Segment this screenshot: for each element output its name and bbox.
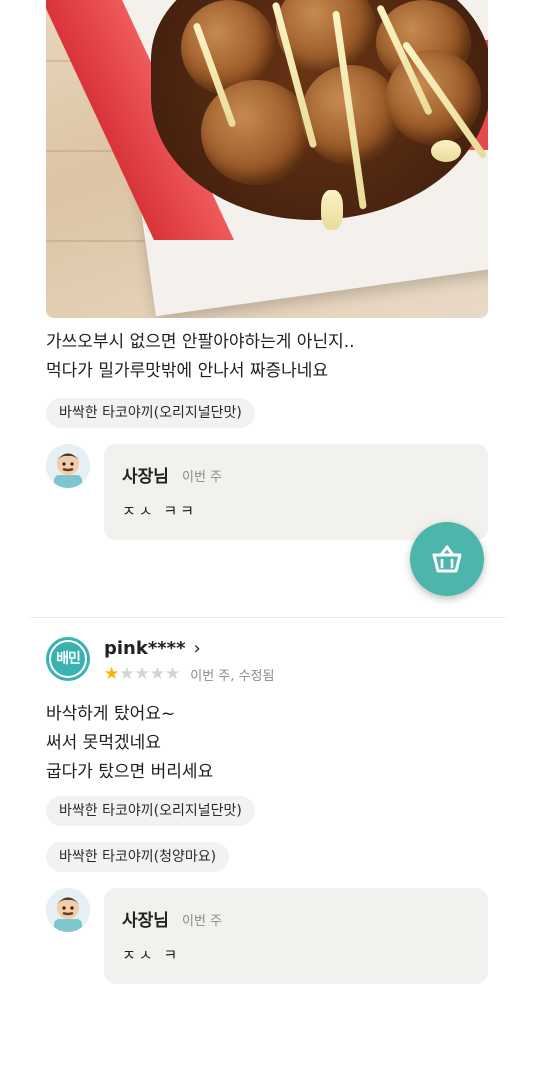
owner-name: 사장님 xyxy=(122,467,169,487)
star-rating: ★★★★★ xyxy=(104,664,180,684)
owner-character-icon xyxy=(46,444,90,488)
star-icon: ★ xyxy=(165,664,181,684)
star-icon: ★ xyxy=(149,664,165,684)
owner-avatar xyxy=(46,888,90,932)
owner-character-icon xyxy=(46,888,90,932)
menu-chip[interactable]: 바싹한 타코야끼(오리지널단맛) xyxy=(46,398,255,428)
reply-text: ㅈㅅ ㅋ xyxy=(122,946,181,964)
owner-name: 사장님 xyxy=(122,911,169,931)
reviewer-profile-link[interactable]: pink**** › xyxy=(104,638,201,659)
cart-button[interactable] xyxy=(410,522,484,596)
review-text: 가쓰오부시 없으면 안팔아야하는게 아닌지.. 먹다가 밀가루맛밖에 안나서 짜… xyxy=(46,328,355,386)
review-text-line: 가쓰오부시 없으면 안팔아야하는게 아닌지.. xyxy=(46,332,355,352)
reply-text: ㅈㅅ ㅋㅋ xyxy=(122,502,197,520)
review-text-line: 바삭하게 탔어요~ xyxy=(46,704,176,724)
menu-chip[interactable]: 바싹한 타코야끼(오리지널단맛) xyxy=(46,796,255,826)
reply-date: 이번 주 xyxy=(182,914,223,929)
owner-reply: 사장님 이번 주 ㅈㅅ ㅋ xyxy=(104,888,488,984)
reply-date: 이번 주 xyxy=(182,470,223,485)
username: pink**** xyxy=(104,638,186,659)
star-icon: ★ xyxy=(134,664,150,684)
review-text-line: 굽다가 탔으면 버리세요 xyxy=(46,762,214,782)
star-icon: ★ xyxy=(119,664,135,684)
review-text-line: 써서 못먹겠네요 xyxy=(46,733,161,753)
reviewer-avatar[interactable]: 배민 xyxy=(46,637,90,681)
review-divider xyxy=(30,617,506,618)
review-text-line: 먹다가 밀가루맛밖에 안나서 짜증나네요 xyxy=(46,361,329,381)
chevron-right-icon: › xyxy=(193,638,201,659)
review-photo[interactable] xyxy=(46,0,488,318)
rating-row: ★★★★★ 이번 주, 수정됨 xyxy=(104,664,274,684)
menu-chip[interactable]: 바싹한 타코야끼(청양마요) xyxy=(46,842,230,872)
review-date: 이번 주, 수정됨 xyxy=(190,668,275,684)
review-text: 바삭하게 탔어요~ 써서 못먹겠네요 굽다가 탔으면 버리세요 xyxy=(46,700,213,787)
star-icon: ★ xyxy=(104,664,120,684)
basket-icon xyxy=(432,545,462,573)
owner-avatar xyxy=(46,444,90,488)
